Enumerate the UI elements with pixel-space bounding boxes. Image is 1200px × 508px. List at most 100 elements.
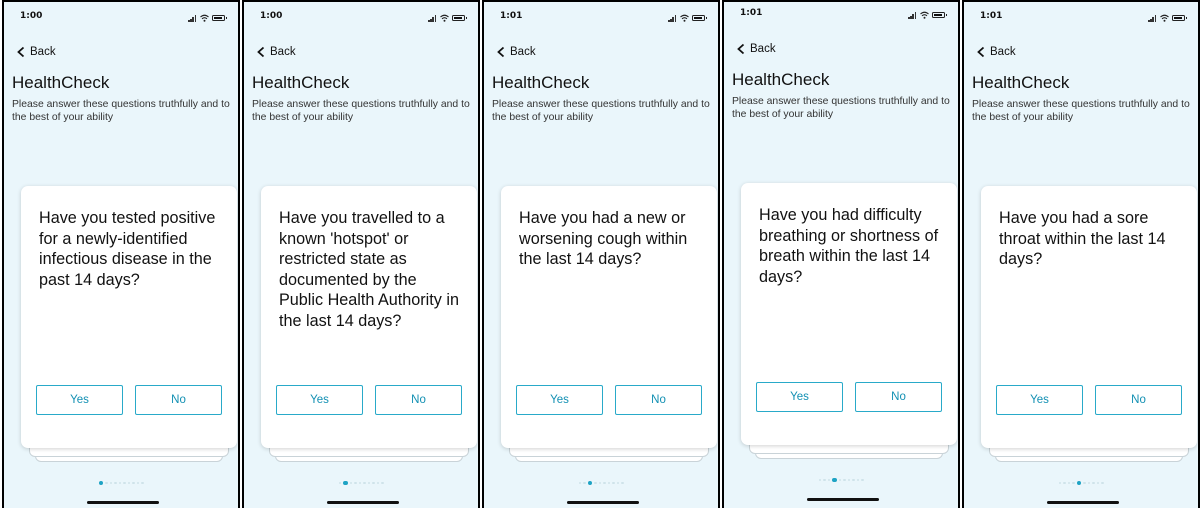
question-card-stack: Have you had a sore throat within the la…	[981, 186, 1197, 462]
back-button[interactable]: Back	[256, 42, 296, 62]
battery-icon	[1172, 15, 1187, 21]
back-label: Back	[750, 43, 776, 55]
chevron-left-icon	[497, 46, 505, 58]
page-dot	[843, 478, 846, 482]
page-dot	[1087, 481, 1090, 485]
page-dot	[367, 481, 370, 485]
no-button[interactable]: No	[1095, 385, 1182, 415]
page-dot	[621, 481, 624, 485]
screens-row: 1:00 Back HealthCheck Please answer thes…	[0, 0, 1200, 508]
status-icons	[668, 13, 708, 23]
page-dot-active	[343, 480, 348, 486]
page-dot	[372, 481, 375, 485]
page-dot	[376, 481, 379, 485]
wifi-icon	[440, 14, 449, 22]
page-dot	[109, 481, 112, 485]
page-dot	[861, 478, 864, 482]
no-button[interactable]: No	[135, 385, 222, 415]
page-dot	[127, 481, 130, 485]
status-icons	[188, 13, 228, 23]
question-card-stack: Have you had a new or worsening cough wi…	[501, 186, 717, 462]
page-dot	[1083, 481, 1086, 485]
status-time: 1:01	[500, 11, 523, 21]
signal-icon	[668, 15, 677, 22]
page-dot	[354, 481, 357, 485]
yes-button[interactable]: Yes	[996, 385, 1083, 415]
back-label: Back	[30, 46, 56, 58]
battery-icon	[932, 12, 947, 18]
phone-screen-1: 1:00 Back HealthCheck Please answer thes…	[2, 0, 240, 508]
page-dot-active	[587, 480, 592, 486]
question-card: Have you had a new or worsening cough wi…	[501, 186, 717, 448]
home-indicator	[327, 501, 399, 504]
question-text: Have you had difficulty breathing or sho…	[759, 206, 939, 286]
no-button[interactable]: No	[855, 382, 942, 412]
yes-button[interactable]: Yes	[516, 385, 603, 415]
status-bar: 1:00	[20, 11, 228, 25]
chevron-left-icon	[977, 46, 985, 58]
page-dot	[136, 481, 139, 485]
question-text: Have you travelled to a known 'hotspot' …	[279, 209, 459, 330]
wifi-icon	[1160, 14, 1169, 22]
page-dot-active	[98, 480, 103, 486]
app-title: HealthCheck	[492, 73, 590, 92]
back-button[interactable]: Back	[496, 42, 536, 62]
status-icons	[428, 13, 468, 23]
phone-screen-5: 1:01 Back HealthCheck Please answer thes…	[962, 0, 1200, 508]
no-button[interactable]: No	[615, 385, 702, 415]
battery-icon	[692, 15, 707, 21]
back-button[interactable]: Back	[736, 39, 776, 59]
page-dot	[358, 481, 361, 485]
page-indicator	[244, 480, 478, 486]
wifi-icon	[200, 14, 209, 22]
page-dot	[823, 478, 826, 482]
status-bar: 1:00	[260, 11, 468, 25]
page-dot	[612, 481, 615, 485]
signal-icon	[908, 12, 917, 19]
yes-button[interactable]: Yes	[756, 382, 843, 412]
page-dot	[1058, 481, 1061, 485]
page-dot	[123, 481, 126, 485]
status-time: 1:00	[260, 11, 283, 21]
page-indicator	[484, 480, 718, 486]
instructions-text: Please answer these questions truthfully…	[12, 99, 230, 123]
status-bar: 1:01	[500, 11, 708, 25]
question-text: Have you tested positive for a newly-ide…	[39, 209, 216, 289]
question-card: Have you had a sore throat within the la…	[981, 186, 1197, 448]
home-indicator	[87, 501, 159, 504]
page-dot	[381, 481, 384, 485]
status-time: 1:00	[20, 11, 43, 21]
status-icons	[1148, 13, 1188, 23]
back-button[interactable]: Back	[976, 42, 1016, 62]
page-dot-active	[1076, 480, 1081, 486]
question-card: Have you travelled to a known 'hotspot' …	[261, 186, 477, 448]
back-label: Back	[990, 46, 1016, 58]
page-dot	[349, 481, 352, 485]
page-dot	[847, 478, 850, 482]
question-card-stack: Have you travelled to a known 'hotspot' …	[261, 186, 477, 462]
page-dot	[105, 481, 108, 485]
wifi-icon	[680, 14, 689, 22]
no-button[interactable]: No	[375, 385, 462, 415]
back-button[interactable]: Back	[16, 42, 56, 62]
page-dot	[827, 478, 830, 482]
chevron-left-icon	[17, 46, 25, 58]
page-dot	[114, 481, 117, 485]
status-time: 1:01	[980, 11, 1003, 21]
page-dot	[118, 481, 121, 485]
chevron-left-icon	[257, 46, 265, 58]
yes-button[interactable]: Yes	[36, 385, 123, 415]
instructions-text: Please answer these questions truthfully…	[972, 99, 1190, 123]
page-indicator	[724, 477, 958, 483]
question-card-stack: Have you had difficulty breathing or sho…	[741, 183, 957, 459]
question-card-stack: Have you tested positive for a newly-ide…	[21, 186, 237, 462]
page-dot	[583, 481, 586, 485]
signal-icon	[188, 15, 197, 22]
page-dot	[1101, 481, 1104, 485]
yes-button[interactable]: Yes	[276, 385, 363, 415]
page-dot	[141, 481, 144, 485]
status-bar: 1:01	[740, 8, 948, 22]
app-title: HealthCheck	[252, 73, 350, 92]
home-indicator	[1047, 501, 1119, 504]
back-label: Back	[510, 46, 536, 58]
